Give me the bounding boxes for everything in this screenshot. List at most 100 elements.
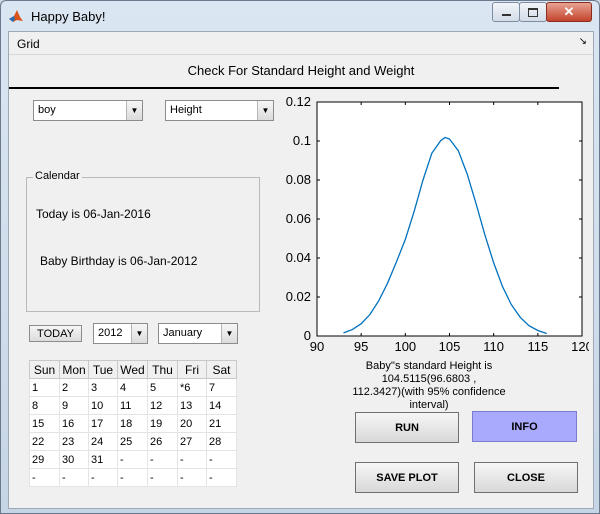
info-button[interactable]: INFO — [472, 411, 577, 442]
calendar-day-cell[interactable]: 10 — [88, 396, 118, 415]
maximize-button[interactable] — [519, 2, 547, 22]
calendar-week-row: 29 30 31- - - - — [29, 450, 237, 469]
minimize-button[interactable] — [492, 2, 520, 22]
measure-value: Height — [170, 104, 202, 116]
weekday-header: Mon — [59, 360, 89, 379]
window-title: Happy Baby! — [31, 9, 106, 24]
calendar-day-cell[interactable]: 28 — [206, 432, 237, 451]
calendar-day-cell[interactable]: 2 — [59, 378, 89, 397]
calendar-day-cell[interactable]: 11 — [117, 396, 148, 415]
calendar-week-row: ------- — [29, 468, 237, 487]
year-select[interactable]: 2012 ▼ — [93, 323, 148, 344]
weekday-header: Wed — [117, 360, 148, 379]
calendar-day-cell[interactable]: 14 — [206, 396, 237, 415]
weekday-header: Sun — [29, 360, 60, 379]
menu-bar: Grid ↘ — [9, 32, 593, 55]
weekday-header: Thu — [147, 360, 178, 379]
calendar-day-cell[interactable]: 3 — [88, 378, 118, 397]
calendar-day-cell[interactable]: 19 — [147, 414, 178, 433]
result-line-3: 112.3427)(with 95% confidence interval) — [352, 386, 506, 411]
calendar-week-row: 1 2 3 4 5 *6 7 — [29, 378, 237, 397]
calendar-day-cell[interactable]: 18 — [117, 414, 148, 433]
result-text: Baby''s standard Height is 104.5115(96.6… — [339, 360, 519, 412]
result-line-1: Baby''s standard Height is — [365, 360, 493, 372]
gender-select[interactable]: boy ▼ — [33, 100, 143, 121]
save-plot-button[interactable]: SAVE PLOT — [355, 462, 459, 493]
calendar-header-row: Sun Mon Tue Wed Thu Fri Sat — [29, 360, 237, 379]
calendar-day-cell[interactable]: 27 — [177, 432, 207, 451]
y-tick-label: 0.08 — [286, 172, 311, 187]
calendar-day-cell[interactable]: 7 — [206, 378, 237, 397]
calendar-table: Sun Mon Tue Wed Thu Fri Sat 1 2 3 4 5 *6 7 8 9 10… — [29, 360, 237, 487]
calendar-day-cell[interactable]: 5 — [147, 378, 178, 397]
x-tick-label: 100 — [394, 339, 416, 354]
calendar-day-cell[interactable]: - — [206, 468, 237, 487]
birthday-text: Baby Birthday is 06-Jan-2012 — [40, 254, 198, 268]
measure-select[interactable]: Height ▼ — [165, 100, 274, 121]
run-button[interactable]: RUN — [355, 412, 459, 443]
menu-grid[interactable]: Grid — [17, 37, 40, 51]
chevron-down-icon: ▼ — [257, 101, 273, 120]
page-title: Check For Standard Height and Weight — [187, 63, 415, 78]
minimize-icon — [501, 14, 511, 16]
calendar-day-cell[interactable]: 12 — [147, 396, 178, 415]
y-tick-label: 0.06 — [286, 211, 311, 226]
result-line-2: 104.5115(96.6803 , — [381, 373, 477, 385]
calendar-panel-label: Calendar — [33, 170, 82, 182]
calendar-day-cell[interactable]: 26 — [147, 432, 178, 451]
calendar-day-cell[interactable]: - — [206, 450, 237, 469]
x-tick-label: 105 — [439, 339, 461, 354]
chevron-down-icon: ▼ — [126, 101, 142, 120]
calendar-day-cell[interactable]: 30 — [59, 450, 89, 469]
chevron-down-icon: ▼ — [221, 324, 237, 343]
calendar-week-row: 8 9 10 11 12 13 14 — [29, 396, 237, 415]
calendar-day-cell[interactable]: *6 — [177, 378, 207, 397]
app-window: Happy Baby! ✕ Grid ↘ Check For Standard … — [0, 0, 600, 514]
today-button[interactable]: TODAY — [29, 325, 82, 342]
month-select[interactable]: January ▼ — [158, 323, 238, 344]
calendar-day-cell[interactable]: 4 — [117, 378, 148, 397]
calendar-day-cell[interactable]: 22 — [29, 432, 60, 451]
calendar-day-cell[interactable]: 25 — [117, 432, 148, 451]
calendar-day-cell[interactable]: 31 — [88, 450, 118, 469]
calendar-day-cell[interactable]: - — [147, 468, 178, 487]
calendar-week-row: 22 23 24 25 26 27 28 — [29, 432, 237, 451]
maximize-icon — [528, 7, 538, 17]
calendar-day-cell[interactable]: - — [177, 450, 207, 469]
y-tick-label: 0.1 — [293, 133, 311, 148]
calendar-day-cell[interactable]: 23 — [59, 432, 89, 451]
close-button[interactable]: CLOSE — [474, 462, 578, 493]
calendar-day-cell[interactable]: - — [147, 450, 178, 469]
matlab-icon — [9, 10, 23, 22]
calendar-day-cell[interactable]: 13 — [177, 396, 207, 415]
today-text: Today is 06-Jan-2016 — [36, 207, 151, 221]
calendar-body: 1 2 3 4 5 *6 7 8 9 10 11 12 13 14 15 16 17 18 19 20 21 22 23 24… — [29, 378, 237, 487]
height-distribution-chart: 90 95 100 105 110 115 120 0 0.02 0.04 0.06 0.08 0.1 0… — [286, 94, 589, 354]
calendar-day-cell[interactable]: 8 — [29, 396, 60, 415]
calendar-day-cell[interactable]: - — [117, 450, 148, 469]
calendar-day-cell[interactable]: 15 — [29, 414, 60, 433]
calendar-day-cell[interactable]: 1 — [29, 378, 60, 397]
calendar-day-cell[interactable]: 9 — [59, 396, 89, 415]
calendar-day-cell[interactable]: - — [117, 468, 148, 487]
close-window-button[interactable]: ✕ — [546, 2, 592, 22]
calendar-day-cell[interactable]: 20 — [177, 414, 207, 433]
chevron-down-icon: ▼ — [131, 324, 147, 343]
calendar-day-cell[interactable]: 21 — [206, 414, 237, 433]
x-tick-label: 120 — [571, 339, 589, 354]
calendar-day-cell[interactable]: 29 — [29, 450, 60, 469]
title-bar: Happy Baby! ✕ — [1, 1, 599, 31]
calendar-day-cell[interactable]: - — [29, 468, 60, 487]
calendar-day-cell[interactable]: 24 — [88, 432, 118, 451]
calendar-day-cell[interactable]: 16 — [59, 414, 89, 433]
calendar-day-cell[interactable]: - — [59, 468, 89, 487]
y-tick-label: 0.12 — [286, 94, 311, 109]
menu-overflow-icon[interactable]: ↘ — [579, 36, 587, 47]
x-tick-label: 110 — [483, 339, 504, 354]
weekday-header: Sat — [206, 360, 237, 379]
y-tick-label: 0.04 — [286, 250, 311, 265]
x-tick-label: 90 — [310, 339, 324, 354]
calendar-day-cell[interactable]: - — [88, 468, 118, 487]
calendar-day-cell[interactable]: - — [177, 468, 207, 487]
calendar-day-cell[interactable]: 17 — [88, 414, 118, 433]
